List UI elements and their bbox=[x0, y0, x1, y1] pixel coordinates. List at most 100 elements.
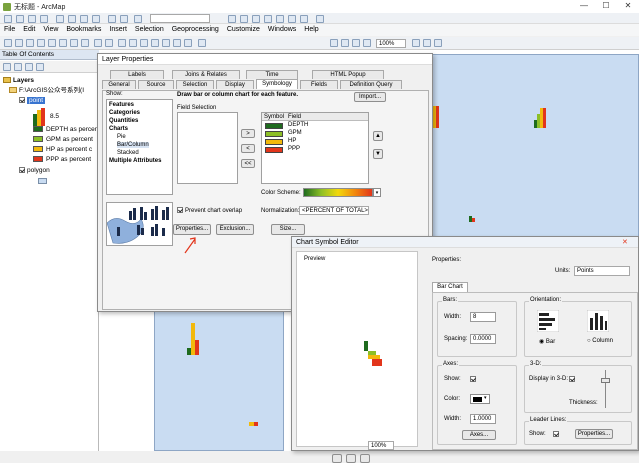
column-orientation-option[interactable]: ○ Column bbox=[587, 338, 613, 344]
fixed-zoom-in-icon[interactable] bbox=[48, 39, 56, 47]
menu-edit[interactable]: Edit bbox=[19, 24, 39, 36]
new-icon[interactable] bbox=[4, 15, 12, 23]
layer-polygon-label[interactable]: polygon bbox=[27, 167, 50, 174]
focus-data-frame-icon[interactable] bbox=[423, 39, 431, 47]
menu-selection[interactable]: Selection bbox=[131, 24, 168, 36]
tab-bar-chart[interactable]: Bar Chart bbox=[432, 282, 468, 292]
renderer-item[interactable]: Quantities bbox=[109, 118, 138, 124]
renderer-item[interactable]: Charts bbox=[109, 126, 128, 132]
cut-icon[interactable] bbox=[56, 15, 64, 23]
renderer-item[interactable]: Multiple Attributes bbox=[109, 158, 161, 164]
tab-joins-relates[interactable]: Joins & Relates bbox=[172, 70, 240, 79]
normalization-select[interactable]: <PERCENT OF TOTAL> bbox=[299, 206, 369, 215]
layer-polygon-row[interactable]: polygon bbox=[19, 166, 50, 175]
exclusion-button[interactable]: Exclusion... bbox=[216, 224, 254, 235]
zoom-whole-page-icon[interactable] bbox=[363, 39, 371, 47]
layout-zoom-out-icon[interactable] bbox=[341, 39, 349, 47]
preview-zoom-select[interactable]: 100% bbox=[368, 441, 394, 450]
list-by-selection-icon[interactable] bbox=[36, 63, 44, 71]
field-color-swatch[interactable] bbox=[33, 156, 43, 162]
menu-customize[interactable]: Customize bbox=[223, 24, 264, 36]
print-icon[interactable] bbox=[40, 15, 48, 23]
field-symbol-swatch[interactable] bbox=[265, 147, 283, 153]
field-color-swatch[interactable] bbox=[33, 136, 43, 142]
selected-field-row[interactable]: PPP bbox=[262, 146, 368, 154]
measure-icon[interactable] bbox=[151, 39, 159, 47]
add-field-button[interactable]: > bbox=[241, 129, 255, 138]
field-symbol-swatch[interactable] bbox=[265, 139, 283, 145]
layer-point-row[interactable]: point bbox=[19, 96, 46, 105]
bars-spacing-stepper[interactable]: 0.0000 bbox=[470, 334, 496, 344]
remove-all-fields-button[interactable]: << bbox=[241, 159, 255, 168]
zoom-out-icon[interactable] bbox=[15, 39, 23, 47]
chart-field-legend-item[interactable]: PPP as percent bbox=[33, 155, 91, 164]
chart-properties-button[interactable]: Properties... bbox=[173, 224, 211, 235]
change-layout-icon[interactable] bbox=[434, 39, 442, 47]
undo-icon[interactable] bbox=[108, 15, 116, 23]
table-icon[interactable] bbox=[240, 15, 248, 23]
open-icon[interactable] bbox=[16, 15, 24, 23]
renderer-item[interactable]: Categories bbox=[109, 110, 140, 116]
add-data-icon[interactable] bbox=[134, 15, 142, 23]
menu-insert[interactable]: Insert bbox=[105, 24, 131, 36]
copy-icon[interactable] bbox=[68, 15, 76, 23]
layout-pan-icon[interactable] bbox=[352, 39, 360, 47]
bar-orientation-icon[interactable] bbox=[537, 310, 559, 332]
display-3d-checkbox[interactable] bbox=[569, 376, 575, 382]
menu-geoprocessing[interactable]: Geoprocessing bbox=[168, 24, 223, 36]
color-scheme-dropdown-icon[interactable]: ▾ bbox=[373, 188, 381, 197]
bars-width-stepper[interactable]: 8 bbox=[470, 312, 496, 322]
thickness-slider-handle[interactable] bbox=[601, 378, 610, 383]
list-by-drawing-order-icon[interactable] bbox=[3, 63, 11, 71]
remove-field-button[interactable]: < bbox=[241, 144, 255, 153]
prevent-overlap-row[interactable]: Prevent chart overlap bbox=[177, 207, 242, 214]
folder-row[interactable]: F:\ArcGIS公众号系列(I bbox=[9, 86, 84, 95]
editor-icon[interactable] bbox=[228, 15, 236, 23]
select-features-icon[interactable] bbox=[94, 39, 102, 47]
hyperlink-icon[interactable] bbox=[162, 39, 170, 47]
axes-button[interactable]: Axes... bbox=[462, 430, 496, 440]
selected-fields-table[interactable]: Symbol Field DEPTH GPM HP PPP bbox=[261, 112, 369, 184]
menu-view[interactable]: View bbox=[39, 24, 62, 36]
toc-window-icon[interactable] bbox=[252, 15, 260, 23]
maximize-button[interactable]: ☐ bbox=[595, 0, 617, 13]
layout-icon[interactable] bbox=[198, 39, 206, 47]
search-icon[interactable] bbox=[276, 15, 284, 23]
editor-close-icon[interactable]: ✕ bbox=[622, 238, 628, 246]
back-icon[interactable] bbox=[70, 39, 78, 47]
tab-time[interactable]: Time bbox=[246, 70, 298, 79]
find-icon[interactable] bbox=[140, 39, 148, 47]
close-button[interactable]: ✕ bbox=[617, 0, 639, 13]
tab-labels[interactable]: Labels bbox=[110, 70, 164, 79]
axes-width-stepper[interactable]: 1.0000 bbox=[470, 414, 496, 424]
list-by-source-icon[interactable] bbox=[14, 63, 22, 71]
chart-field-legend-item[interactable]: GPM as percent bbox=[33, 135, 93, 144]
import-button[interactable]: Import... bbox=[354, 92, 386, 102]
minimize-button[interactable]: — bbox=[573, 0, 595, 13]
menu-file[interactable]: File bbox=[0, 24, 19, 36]
move-up-icon[interactable]: ▲ bbox=[373, 131, 383, 141]
list-by-visibility-icon[interactable] bbox=[25, 63, 33, 71]
layer-polygon-checkbox[interactable] bbox=[19, 167, 25, 173]
field-symbol-swatch[interactable] bbox=[265, 123, 283, 129]
delete-icon[interactable] bbox=[92, 15, 100, 23]
paste-icon[interactable] bbox=[80, 15, 88, 23]
clear-selection-icon[interactable] bbox=[105, 39, 113, 47]
renderer-item[interactable]: Stacked bbox=[117, 150, 139, 156]
selected-field-row[interactable]: GPM bbox=[262, 130, 368, 138]
field-color-swatch[interactable] bbox=[33, 126, 43, 132]
tab-html-popup[interactable]: HTML Popup bbox=[312, 70, 384, 79]
arctoolbox-icon[interactable] bbox=[288, 15, 296, 23]
menu-windows[interactable]: Windows bbox=[264, 24, 300, 36]
leader-properties-button[interactable]: Properties... bbox=[575, 429, 613, 439]
tab-selection[interactable]: Selection bbox=[176, 80, 214, 89]
tab-definition-query[interactable]: Definition Query bbox=[340, 80, 402, 89]
color-scheme-ramp[interactable] bbox=[303, 188, 373, 197]
leader-show-checkbox[interactable] bbox=[553, 431, 559, 437]
redo-icon[interactable] bbox=[120, 15, 128, 23]
layer-point-checkbox[interactable] bbox=[19, 97, 25, 103]
full-extent-icon[interactable] bbox=[37, 39, 45, 47]
renderer-item[interactable]: Bar/Column bbox=[117, 142, 149, 148]
chart-field-legend-item[interactable]: HP as percent c bbox=[33, 145, 92, 154]
zoom-in-icon[interactable] bbox=[4, 39, 12, 47]
